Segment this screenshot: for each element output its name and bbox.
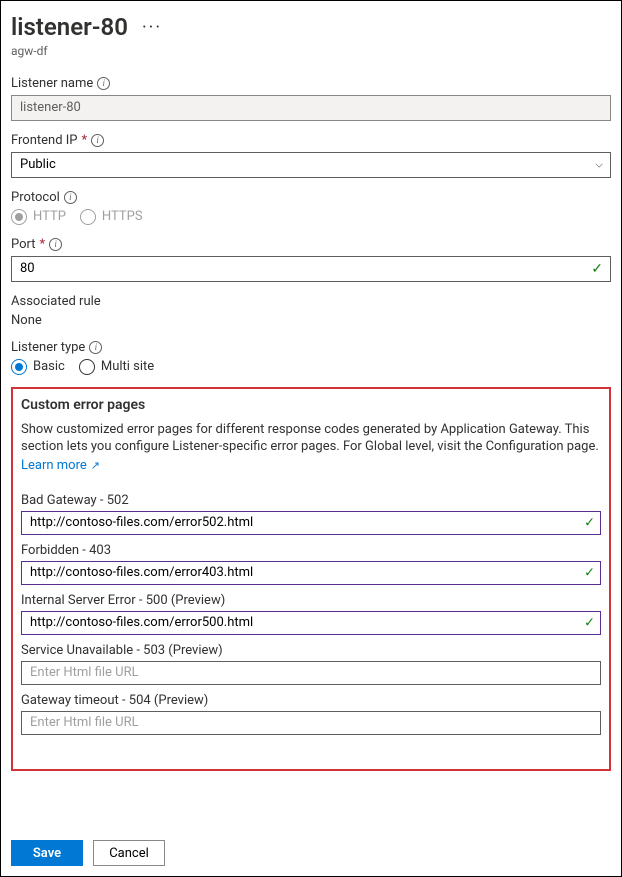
port-label: Port xyxy=(11,237,36,252)
error-502-label: Bad Gateway - 502 xyxy=(21,493,601,508)
error-504-label: Gateway timeout - 504 (Preview) xyxy=(21,693,601,708)
error-500-input[interactable] xyxy=(21,611,601,635)
error-502-input[interactable] xyxy=(21,511,601,535)
external-link-icon: ↗ xyxy=(91,459,100,472)
error-500-label: Internal Server Error - 500 (Preview) xyxy=(21,593,601,608)
listener-name-label: Listener name xyxy=(11,76,93,91)
port-input[interactable] xyxy=(11,256,611,282)
frontend-ip-label: Frontend IP xyxy=(11,133,78,148)
required-asterisk: * xyxy=(40,237,46,252)
custom-error-pages-section: Custom error pages Show customized error… xyxy=(11,387,611,771)
info-icon[interactable]: i xyxy=(64,191,77,204)
error-503-input[interactable] xyxy=(21,661,601,685)
associated-rule-value: None xyxy=(11,313,611,328)
protocol-label: Protocol xyxy=(11,190,60,205)
error-403-input[interactable] xyxy=(21,561,601,585)
listener-name-input xyxy=(11,95,611,121)
info-icon[interactable]: i xyxy=(91,134,104,147)
save-button[interactable]: Save xyxy=(11,840,83,866)
required-asterisk: * xyxy=(82,133,88,148)
protocol-radio-http: HTTP xyxy=(11,209,66,225)
custom-error-title: Custom error pages xyxy=(21,397,601,413)
listener-type-radio-multi[interactable]: Multi site xyxy=(79,359,154,375)
learn-more-link[interactable]: Learn more ↗ xyxy=(21,458,100,473)
error-403-label: Forbidden - 403 xyxy=(21,543,601,558)
error-504-input[interactable]: Enter Html file URL xyxy=(21,711,601,735)
cancel-button[interactable]: Cancel xyxy=(93,840,165,866)
page-subtitle: agw-df xyxy=(11,44,611,58)
info-icon[interactable]: i xyxy=(49,238,62,251)
more-icon[interactable]: ··· xyxy=(138,17,166,38)
listener-type-radio-basic[interactable]: Basic xyxy=(11,359,65,375)
page-root: listener-80 ··· agw-df Listener name i F… xyxy=(0,0,622,877)
custom-error-description: Show customized error pages for differen… xyxy=(21,421,601,456)
frontend-ip-select[interactable] xyxy=(11,152,611,178)
info-icon[interactable]: i xyxy=(89,341,102,354)
associated-rule-label: Associated rule xyxy=(11,294,101,309)
page-title: listener-80 xyxy=(11,13,128,42)
error-503-label: Service Unavailable - 503 (Preview) xyxy=(21,643,601,658)
info-icon[interactable]: i xyxy=(97,77,110,90)
listener-type-label: Listener type xyxy=(11,340,85,355)
protocol-radio-https: HTTPS xyxy=(80,209,143,225)
